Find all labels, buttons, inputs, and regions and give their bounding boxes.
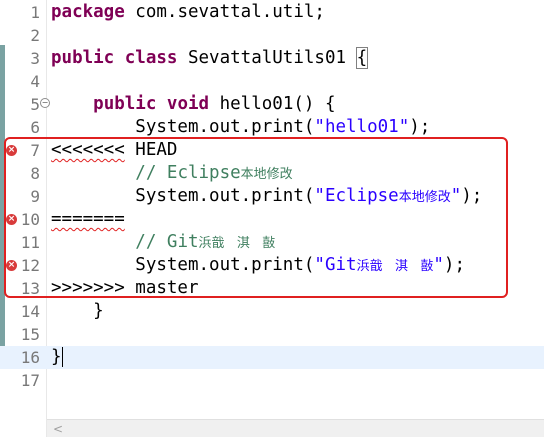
line-number: 3 [30, 49, 40, 68]
keyword-token: public [51, 48, 115, 68]
code-line[interactable]: 4 [0, 70, 544, 93]
code-line[interactable]: 3 public class SevattalUtils01 { [0, 47, 544, 70]
merge-conflict-highlight [4, 137, 508, 298]
code-line[interactable]: 2 [0, 24, 544, 47]
horizontal-scrollbar[interactable]: < [47, 419, 544, 437]
line-number: 5 [30, 95, 40, 114]
scroll-left-icon[interactable]: < [53, 421, 63, 437]
line-number: 14 [20, 302, 40, 321]
line-number: 16 [20, 348, 40, 367]
keyword-token: package [51, 2, 125, 22]
line-number: 1 [30, 3, 40, 22]
code-token: ); [409, 117, 431, 137]
code-line[interactable]: 6 System.out.print("hello01"); [0, 116, 544, 139]
collapse-fold-icon[interactable]: − [40, 98, 50, 108]
code-token: } [51, 347, 62, 367]
string-token: "hello01" [314, 117, 410, 137]
code-line[interactable]: 5− public void hello01() { [0, 93, 544, 116]
code-text[interactable]: public void hello01() { [51, 93, 336, 116]
code-text[interactable]: public class SevattalUtils01 { [51, 47, 369, 70]
code-editor[interactable]: 1 package com.sevattal.util; 2 3 public clas… [0, 0, 544, 437]
matching-brace-token: { [355, 47, 369, 69]
line-number: 17 [20, 371, 40, 390]
code-text[interactable]: } [51, 346, 63, 369]
text-caret [61, 347, 63, 367]
code-line[interactable]: 1 package com.sevattal.util; [0, 1, 544, 24]
keyword-token: public [93, 94, 157, 114]
code-token: com.sevattal.util; [124, 2, 325, 22]
code-token: System.out.print( [51, 117, 315, 137]
code-token: hello01() { [209, 94, 336, 114]
code-line[interactable]: 16} [0, 346, 544, 369]
line-number: 6 [30, 118, 40, 137]
code-line[interactable]: 17 [0, 369, 544, 392]
line-number: 2 [30, 26, 40, 45]
code-text[interactable]: System.out.print("hello01"); [51, 116, 430, 139]
code-text[interactable]: package com.sevattal.util; [51, 1, 325, 24]
code-token: SevattalUtils01 [177, 48, 357, 68]
line-number: 15 [20, 325, 40, 344]
code-text[interactable]: } [51, 300, 104, 323]
code-token: } [51, 301, 104, 321]
line-number: 4 [30, 72, 40, 91]
keyword-token: void [166, 94, 210, 114]
code-line[interactable]: 15 [0, 323, 544, 346]
code-line[interactable]: 14 } [0, 300, 544, 323]
keyword-token: class [124, 48, 178, 68]
